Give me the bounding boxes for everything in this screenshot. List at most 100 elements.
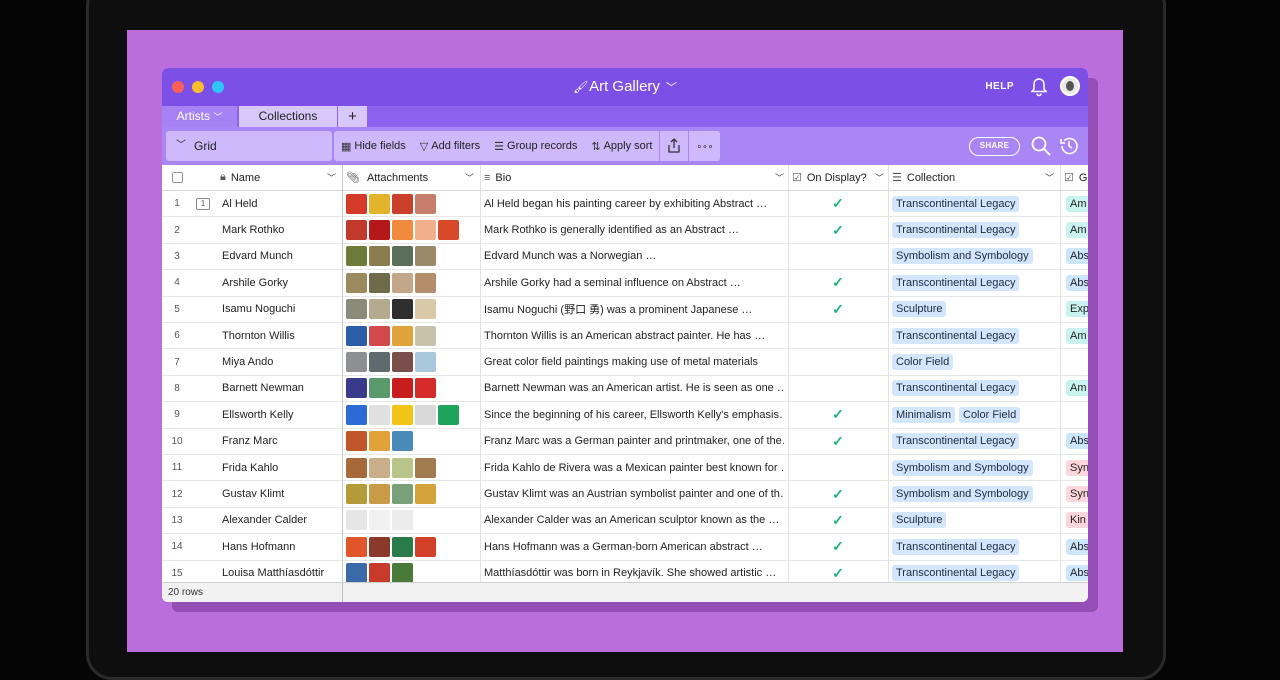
cell-on-display[interactable]: ✓ [790,270,886,295]
export-button[interactable] [660,131,688,161]
table-row[interactable]: 14 Hans Hofmann Hans Hofmann was a Germa… [162,534,1088,561]
base-title[interactable]: 🖌Art Gallery ﹀ [162,78,1088,95]
table-row[interactable]: 5 Isamu Noguchi Isamu Noguchi (野口 勇) was… [162,297,1088,323]
column-header-attachments[interactable]: 📎︎ Attachments ﹀ [346,165,478,190]
attachment-thumbnail[interactable] [369,299,390,320]
cell-collection[interactable]: Color Field [892,349,1058,374]
attachment-thumbnail[interactable] [369,457,390,478]
collection-link[interactable]: Symbolism and Symbology [892,248,1033,265]
cell-on-display[interactable] [790,244,886,269]
cell-name[interactable]: Edvard Munch [222,244,340,269]
collection-link[interactable]: Transcontinental Legacy [892,538,1020,555]
add-table-button[interactable]: + [338,106,367,127]
select-all-checkbox[interactable] [162,165,192,190]
table-row[interactable]: 15 Louisa Matthíasdóttir Matthíasdóttir … [162,561,1088,582]
attachment-thumbnail[interactable] [369,404,390,425]
cell-on-display[interactable] [790,349,886,374]
view-switcher[interactable]: ﹀ Grid [166,131,332,161]
attachment-thumbnail[interactable] [415,536,436,557]
cell-g[interactable]: Am [1066,323,1088,348]
cell-name[interactable]: Mark Rothko [222,217,340,242]
column-header-collection[interactable]: ☰ Collection ﹀ [892,165,1058,190]
share-button[interactable]: SHARE [969,137,1020,156]
attachment-thumbnail[interactable] [415,220,436,241]
column-header-g[interactable]: ☑ G [1064,165,1088,190]
table-row[interactable]: 8 Barnett Newman Barnett Newman was an A… [162,376,1088,403]
help-link[interactable]: HELP [985,81,1014,92]
attachment-thumbnail[interactable] [369,325,390,346]
cell-g[interactable]: Am [1066,376,1088,401]
attachment-thumbnail[interactable] [346,457,367,478]
cell-bio[interactable]: Al Held began his painting career by exh… [484,191,784,216]
attachment-thumbnail[interactable] [415,246,436,267]
attachment-thumbnail[interactable] [392,431,413,452]
cell-attachments[interactable] [346,297,476,322]
cell-collection[interactable]: Transcontinental Legacy [892,429,1058,454]
attachment-thumbnail[interactable] [346,484,367,505]
attachment-thumbnail[interactable] [392,404,413,425]
cell-bio[interactable]: Matthíasdóttir was born in Reykjavík. Sh… [484,561,784,582]
attachment-thumbnail[interactable] [346,272,367,293]
cell-attachments[interactable] [346,323,476,348]
cell-name[interactable]: Thornton Willis [222,323,340,348]
cell-on-display[interactable] [790,455,886,480]
tab-collections[interactable]: Collections [239,106,337,127]
cell-bio[interactable]: Gustav Klimt was an Austrian symbolist p… [484,481,784,506]
cell-name[interactable]: Barnett Newman [222,376,340,401]
attachment-thumbnail[interactable] [392,457,413,478]
cell-bio[interactable]: Since the beginning of his career, Ellsw… [484,402,784,427]
cell-on-display[interactable]: ✓ [790,297,886,322]
attachment-thumbnail[interactable] [346,325,367,346]
cell-bio[interactable]: Isamu Noguchi (野口 勇) was a prominent Jap… [484,297,784,322]
cell-name[interactable]: Franz Marc [222,429,340,454]
table-row[interactable]: 9 Ellsworth Kelly Since the beginning of… [162,402,1088,429]
cell-collection[interactable]: Sculpture [892,508,1058,533]
cell-attachments[interactable] [346,376,476,401]
search-icon[interactable] [1030,135,1052,157]
attachment-thumbnail[interactable] [346,431,367,452]
collection-link[interactable]: Symbolism and Symbology [892,486,1033,503]
cell-name[interactable]: Frida Kahlo [222,455,340,480]
attachment-thumbnail[interactable] [415,193,436,214]
cell-g[interactable]: Abs [1066,244,1088,269]
cell-attachments[interactable] [346,481,476,506]
cell-bio[interactable]: Frida Kahlo de Rivera was a Mexican pain… [484,455,784,480]
cell-g[interactable]: Exp [1066,297,1088,322]
cell-name[interactable]: Alexander Calder [222,508,340,533]
table-row[interactable]: 10 Franz Marc Franz Marc was a German pa… [162,429,1088,455]
cell-on-display[interactable]: ✓ [790,429,886,454]
user-avatar[interactable] [1060,76,1080,96]
attachment-thumbnail[interactable] [346,378,367,399]
attachment-thumbnail[interactable] [392,193,413,214]
attachment-thumbnail[interactable] [346,193,367,214]
tab-artists[interactable]: Artists ﹀ [162,106,237,127]
attachment-thumbnail[interactable] [415,457,436,478]
cell-g[interactable]: Abs [1066,534,1088,559]
attachment-thumbnail[interactable] [392,563,413,582]
cell-collection[interactable]: Symbolism and Symbology [892,481,1058,506]
cell-g[interactable]: Syn [1066,455,1088,480]
cell-bio[interactable]: Arshile Gorky had a seminal influence on… [484,270,784,295]
collection-link[interactable]: Transcontinental Legacy [892,380,1020,397]
comment-count-badge[interactable]: 1 [196,197,210,210]
cell-collection[interactable]: Transcontinental Legacy [892,270,1058,295]
attachment-thumbnail[interactable] [438,404,459,425]
cell-g[interactable]: Abs [1066,270,1088,295]
attachment-thumbnail[interactable] [415,272,436,293]
cell-on-display[interactable]: ✓ [790,508,886,533]
cell-attachments[interactable] [346,217,476,242]
bell-icon[interactable] [1030,77,1048,97]
cell-name[interactable]: Louisa Matthíasdóttir [222,561,340,582]
cell-on-display[interactable] [790,323,886,348]
attachment-thumbnail[interactable] [369,246,390,267]
collection-link[interactable]: Transcontinental Legacy [892,222,1020,239]
cell-collection[interactable]: Symbolism and Symbology [892,244,1058,269]
cell-attachments[interactable] [346,349,476,374]
collection-link[interactable]: Minimalism [892,406,955,423]
attachment-thumbnail[interactable] [392,246,413,267]
attachment-thumbnail[interactable] [392,220,413,241]
more-options-button[interactable]: ∘∘∘ [689,131,720,161]
attachment-thumbnail[interactable] [369,563,390,582]
cell-collection[interactable]: Transcontinental Legacy [892,191,1058,216]
attachment-thumbnail[interactable] [392,352,413,373]
